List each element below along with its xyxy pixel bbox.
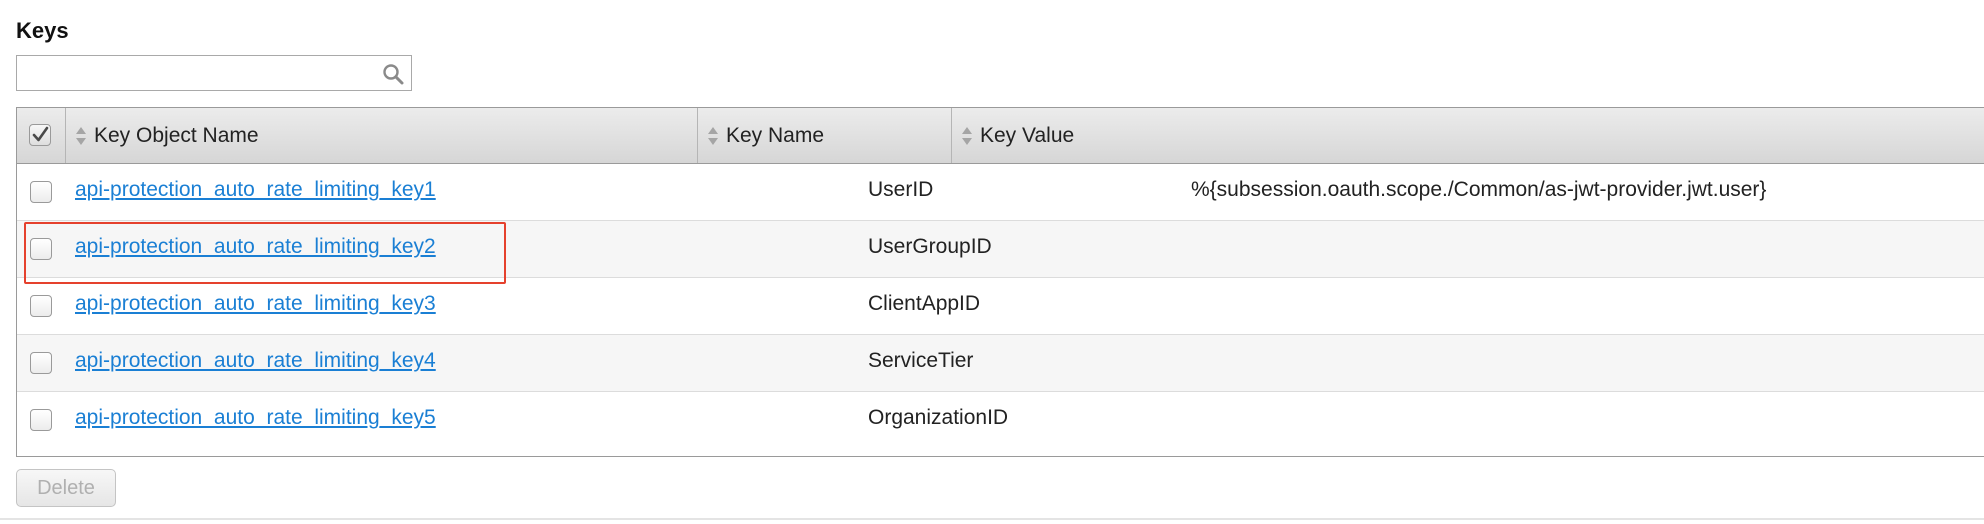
key-name: UserGroupID	[868, 235, 992, 258]
key-object-link[interactable]: api-protection_auto_rate_limiting_key2	[75, 235, 436, 259]
key-name: UserID	[868, 178, 934, 201]
sort-icon	[708, 126, 718, 145]
row-checkbox[interactable]	[30, 352, 52, 374]
row-checkbox[interactable]	[30, 409, 52, 431]
key-object-link[interactable]: api-protection_auto_rate_limiting_key4	[75, 349, 436, 373]
key-value: %{subsession.oauth.scope./Common/as-jwt-…	[1191, 178, 1767, 201]
column-label: Key Value	[980, 123, 1075, 147]
section-title: Keys	[16, 18, 69, 43]
key-name: ClientAppID	[868, 292, 981, 315]
table-header: Key Object Name Key Name Key Value	[17, 108, 1984, 164]
column-header-key-name[interactable]: Key Name	[698, 108, 952, 163]
select-all-checkbox[interactable]	[29, 124, 51, 146]
key-name: OrganizationID	[868, 406, 1009, 429]
column-label: Key Object Name	[94, 123, 259, 147]
key-name: ServiceTier	[868, 349, 974, 372]
sort-icon	[76, 126, 86, 145]
column-header-key-value[interactable]: Key Value	[952, 108, 1984, 163]
key-object-link[interactable]: api-protection_auto_rate_limiting_key3	[75, 292, 436, 316]
table-row: api-protection_auto_rate_limiting_key2 U…	[17, 221, 1984, 278]
table-row: api-protection_auto_rate_limiting_key4 S…	[17, 335, 1984, 392]
table-row: api-protection_auto_rate_limiting_key5 O…	[17, 392, 1984, 449]
sort-icon	[962, 126, 972, 145]
key-object-link[interactable]: api-protection_auto_rate_limiting_key1	[75, 178, 436, 202]
select-all-cell	[17, 108, 66, 163]
row-checkbox[interactable]	[30, 181, 52, 203]
divider	[0, 518, 1984, 520]
column-label: Key Name	[726, 123, 825, 147]
delete-button[interactable]: Delete	[16, 469, 116, 507]
search-input[interactable]	[21, 59, 385, 89]
checkmark-icon	[32, 126, 49, 142]
row-checkbox[interactable]	[30, 238, 52, 260]
search-box[interactable]	[16, 55, 412, 91]
keys-panel: Keys Key Object Name Key Name Key Value …	[0, 0, 1984, 524]
keys-table: Key Object Name Key Name Key Value api-p…	[16, 107, 1984, 457]
key-object-link[interactable]: api-protection_auto_rate_limiting_key5	[75, 406, 436, 430]
table-row: api-protection_auto_rate_limiting_key3 C…	[17, 278, 1984, 335]
column-header-key-object-name[interactable]: Key Object Name	[66, 108, 698, 163]
row-checkbox[interactable]	[30, 295, 52, 317]
table-row: api-protection_auto_rate_limiting_key1 U…	[17, 164, 1984, 221]
search-icon[interactable]	[381, 62, 405, 86]
